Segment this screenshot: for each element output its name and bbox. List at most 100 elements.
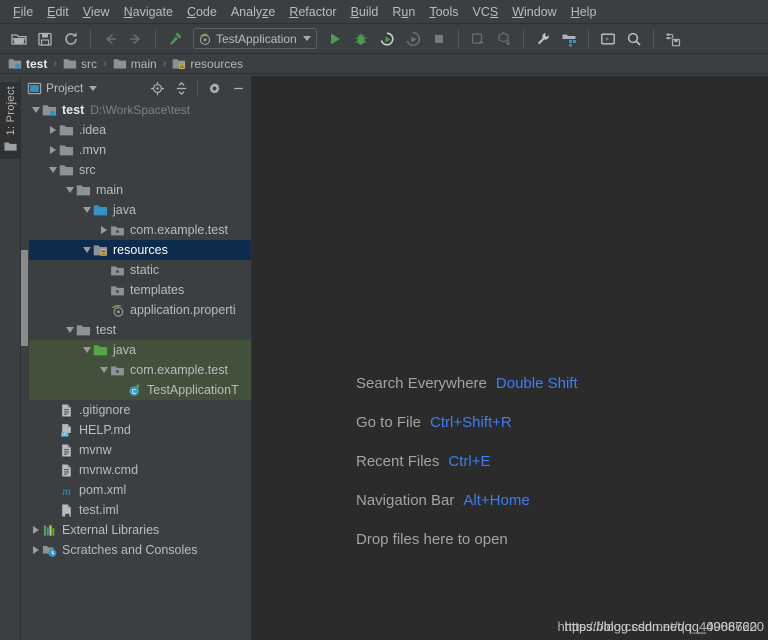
chevron-down-icon[interactable]: [80, 347, 93, 353]
tree-node-label: test: [96, 323, 117, 337]
save-all-icon[interactable]: [33, 27, 57, 51]
tree-node-label: Scratches and Consoles: [62, 543, 198, 557]
maven-file-icon: m: [59, 483, 76, 498]
tree-node-label: static: [130, 263, 160, 277]
menu-item-vcs[interactable]: VCS: [466, 3, 506, 21]
editor-hints: Search Everywhere Double Shift Go to File C…: [356, 364, 578, 559]
search-icon[interactable]: [622, 27, 646, 51]
minimize-icon[interactable]: [228, 78, 248, 98]
tree-node-src[interactable]: src: [29, 160, 251, 180]
chevron-down-icon[interactable]: [302, 36, 311, 41]
sidebar-item-project-tab[interactable]: 1: Project: [0, 82, 21, 160]
profile-icon[interactable]: [401, 27, 425, 51]
chevron-down-icon[interactable]: [46, 167, 59, 173]
menu-item-tools[interactable]: Tools: [422, 3, 465, 21]
build-hammer-icon[interactable]: [163, 27, 187, 51]
chevron-down-icon[interactable]: [97, 367, 110, 373]
chevron-down-icon[interactable]: [29, 107, 42, 113]
menu-item-analyze[interactable]: Analyze: [224, 3, 282, 21]
collapse-all-icon[interactable]: [171, 78, 191, 98]
menu-item-build[interactable]: Build: [344, 3, 386, 21]
debug-icon[interactable]: [349, 27, 373, 51]
scroll-from-source-icon[interactable]: [147, 78, 167, 98]
tree-node-com.example.test[interactable]: com.example.test: [29, 220, 251, 240]
tree-node-main[interactable]: main: [29, 180, 251, 200]
update-project-icon[interactable]: [466, 27, 490, 51]
tree-node-.gitignore[interactable]: .gitignore: [29, 400, 251, 420]
hint-shortcut-label: Ctrl+E: [448, 453, 491, 470]
tree-node-label: HELP.md: [79, 423, 131, 437]
tree-node-label: application.properti: [130, 303, 236, 317]
tree-node-test[interactable]: test: [29, 320, 251, 340]
chevron-right-icon[interactable]: [46, 126, 59, 134]
module-icon: [8, 57, 22, 71]
settings-wrench-icon[interactable]: [531, 27, 555, 51]
chevron-down-icon[interactable]: [89, 85, 98, 91]
editor-area[interactable]: Search Everywhere Double Shift Go to File C…: [252, 76, 768, 640]
terminal-icon[interactable]: [596, 27, 620, 51]
menu-item-file[interactable]: File: [6, 3, 40, 21]
chevron-down-icon[interactable]: [80, 207, 93, 213]
tree-node-mvnw[interactable]: mvnw: [29, 440, 251, 460]
menu-item-view[interactable]: View: [76, 3, 117, 21]
run-icon[interactable]: [323, 27, 347, 51]
project-structure-icon[interactable]: [557, 27, 581, 51]
tree-node-java[interactable]: java: [29, 340, 251, 360]
text-file-icon: [59, 443, 76, 458]
package-icon: [110, 363, 127, 378]
menu-item-refactor[interactable]: Refactor: [282, 3, 343, 21]
folder-icon: [4, 141, 17, 152]
tree-node-templates[interactable]: templates: [29, 280, 251, 300]
tree-node-static[interactable]: static: [29, 260, 251, 280]
tree-node-java[interactable]: java: [29, 200, 251, 220]
tree-node-.mvn[interactable]: .mvn: [29, 140, 251, 160]
breadcrumb-item-main[interactable]: main: [111, 57, 159, 71]
breadcrumb-item-resources[interactable]: resources: [170, 57, 245, 71]
menu-item-help[interactable]: Help: [564, 3, 604, 21]
sync-icon[interactable]: [59, 27, 83, 51]
chevron-right-icon[interactable]: [29, 526, 42, 534]
database-icon[interactable]: [661, 27, 685, 51]
tree-node-com.example.test[interactable]: com.example.test: [29, 360, 251, 380]
markdown-file-icon: MD: [59, 423, 76, 438]
chevron-right-icon[interactable]: [29, 546, 42, 554]
editor-hint-row: Drop files here to open: [356, 520, 578, 559]
menu-item-edit[interactable]: Edit: [40, 3, 76, 21]
tree-node-label: java: [113, 343, 136, 357]
tree-node-resources[interactable]: resources: [29, 240, 251, 260]
chevron-down-icon[interactable]: [63, 187, 76, 193]
tree-node-External-Libraries[interactable]: External Libraries: [29, 520, 251, 540]
chevron-down-icon[interactable]: [63, 327, 76, 333]
commit-icon[interactable]: [492, 27, 516, 51]
forward-arrow-icon[interactable]: [124, 27, 148, 51]
stop-icon[interactable]: [427, 27, 451, 51]
run-configuration-selector[interactable]: TestApplication: [193, 28, 317, 49]
menu-item-window[interactable]: Window: [505, 3, 563, 21]
gear-icon[interactable]: [204, 78, 224, 98]
tree-node-test[interactable]: test D:\WorkSpace\test: [29, 100, 251, 120]
breadcrumb-label: main: [130, 56, 157, 71]
breadcrumb-item-src[interactable]: src: [61, 57, 99, 71]
tree-node-pom.xml[interactable]: m pom.xml: [29, 480, 251, 500]
chevron-right-icon[interactable]: [46, 146, 59, 154]
menu-item-run[interactable]: Run: [385, 3, 422, 21]
libraries-icon: [42, 523, 59, 538]
tree-node-test.iml[interactable]: test.iml: [29, 500, 251, 520]
chevron-right-icon[interactable]: [97, 226, 110, 234]
tree-node-mvnw.cmd[interactable]: mvnw.cmd: [29, 460, 251, 480]
resources-folder-icon: [172, 57, 186, 71]
open-icon[interactable]: [7, 27, 31, 51]
back-arrow-icon[interactable]: [98, 27, 122, 51]
tree-node-TestApplicationT[interactable]: C TestApplicationT: [29, 380, 251, 400]
breadcrumb-item-test[interactable]: test: [6, 57, 49, 71]
tree-node-Scratches-and-Consoles[interactable]: Scratches and Consoles: [29, 540, 251, 560]
tree-node-HELP.md[interactable]: MD HELP.md: [29, 420, 251, 440]
main-content: 1: Project Project test D:\WorkSpace\tes…: [0, 76, 768, 640]
tree-node-.idea[interactable]: .idea: [29, 120, 251, 140]
tree-node-application.properti[interactable]: application.properti: [29, 300, 251, 320]
run-coverage-icon[interactable]: [375, 27, 399, 51]
chevron-down-icon[interactable]: [80, 247, 93, 253]
menu-item-navigate[interactable]: Navigate: [117, 3, 180, 21]
project-tree: test D:\WorkSpace\test .idea .mvn src main jav…: [21, 100, 251, 640]
menu-item-code[interactable]: Code: [180, 3, 224, 21]
